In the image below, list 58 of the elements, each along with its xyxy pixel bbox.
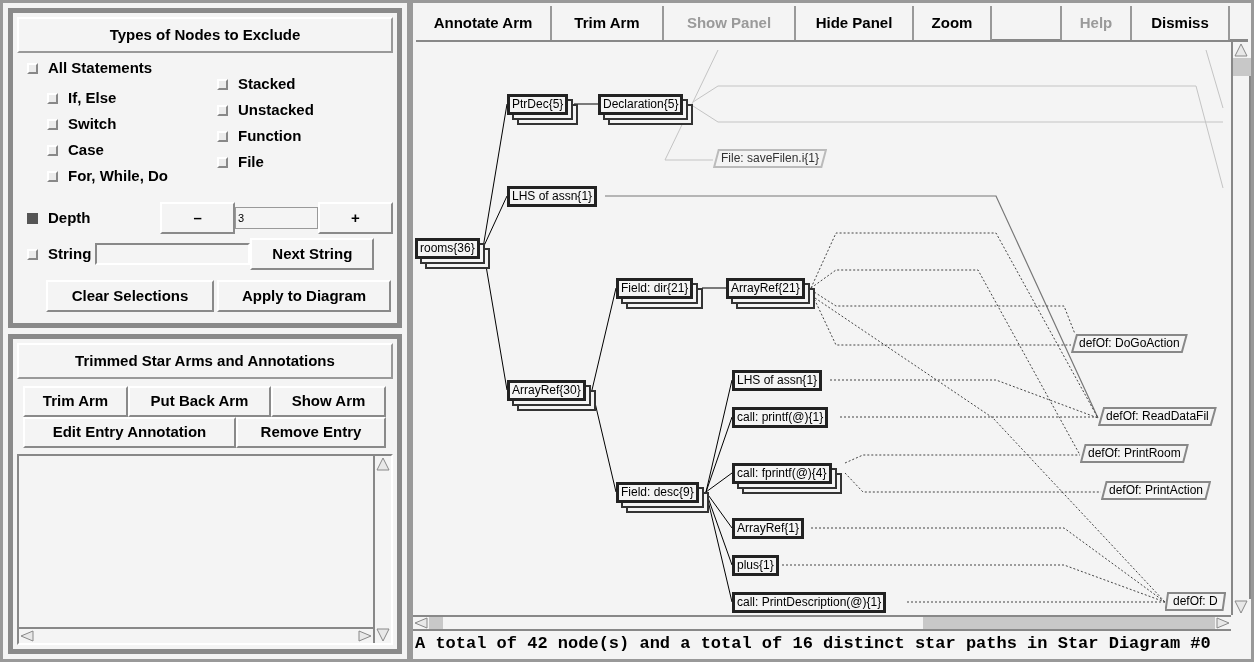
connector-line xyxy=(573,103,599,105)
panel-button[interactable]: Remove Entry xyxy=(236,417,386,448)
vertical-scrollbar[interactable] xyxy=(1231,42,1251,615)
definition-node[interactable]: defOf: PrintRoom xyxy=(1080,444,1189,463)
string-field[interactable] xyxy=(95,243,251,265)
definition-node[interactable]: defOf: PrintAction xyxy=(1101,481,1212,500)
scroll-down-icon[interactable] xyxy=(1233,599,1249,615)
checkbox-label: All Statements xyxy=(48,57,153,78)
panel-button[interactable]: Put Back Arm xyxy=(128,386,271,417)
next-string-button[interactable]: Next String xyxy=(250,238,375,270)
node[interactable]: call: printf(@){1} xyxy=(732,407,829,428)
scroll-up-icon[interactable] xyxy=(1233,42,1249,58)
checkbox-label: Depth xyxy=(48,207,91,228)
status-text: A total of 42 node(s) and a total of 16 distinct star paths in Star Diagram #0 xyxy=(415,633,1211,655)
scroll-left-icon[interactable] xyxy=(19,630,35,642)
checkbox-label: String xyxy=(48,243,92,264)
scroll-thumb[interactable] xyxy=(1233,58,1251,76)
panel-title: Types of Nodes to Exclude xyxy=(17,17,393,53)
panel-button[interactable]: Trim Arm xyxy=(23,386,128,417)
toolbar-button[interactable]: Zoom xyxy=(914,6,992,40)
toolbar-button[interactable]: Annotate Arm xyxy=(416,6,552,40)
toolbar-button[interactable]: Hide Panel xyxy=(796,6,914,40)
scroll-right-icon[interactable] xyxy=(1215,617,1231,629)
node[interactable]: call: PrintDescription(@){1} xyxy=(732,592,887,613)
panel-button[interactable]: Edit Entry Annotation xyxy=(23,417,236,448)
checkbox-label: Function xyxy=(238,125,302,146)
file-node[interactable]: File: saveFilen.i{1} xyxy=(713,149,828,168)
toolbar-button[interactable]: Dismiss xyxy=(1132,6,1230,40)
toolbar-button[interactable]: Trim Arm xyxy=(552,6,664,40)
checkbox-label: Case xyxy=(68,139,104,160)
checkbox-label: If, Else xyxy=(68,87,117,108)
scroll-thumb[interactable] xyxy=(429,617,443,629)
scroll-left-icon[interactable] xyxy=(413,617,429,629)
scroll-up-icon[interactable] xyxy=(375,456,391,472)
entry-list[interactable] xyxy=(17,454,393,645)
scroll-right-icon[interactable] xyxy=(357,630,373,642)
panel-button[interactable]: Apply to Diagram xyxy=(217,280,391,312)
checkbox-label: File xyxy=(238,151,264,172)
increment-button[interactable]: + xyxy=(318,202,393,234)
definition-node[interactable]: defOf: D xyxy=(1165,592,1226,611)
node[interactable]: ArrayRef{1} xyxy=(732,518,805,539)
definition-node[interactable]: defOf: DoGoAction xyxy=(1071,334,1188,353)
node[interactable]: LHS of assn{1} xyxy=(732,370,823,391)
node[interactable]: LHS of assn{1} xyxy=(507,186,598,207)
checkbox-label: Stacked xyxy=(238,73,296,94)
node[interactable]: plus{1} xyxy=(732,555,779,576)
checkbox-label: For, While, Do xyxy=(68,165,168,186)
panel-title: Trimmed Star Arms and Annotations xyxy=(17,343,393,379)
checkbox-label: Unstacked xyxy=(238,99,314,120)
definition-node[interactable]: defOf: ReadDataFil xyxy=(1098,407,1217,426)
panel-button[interactable]: Clear Selections xyxy=(46,280,214,312)
decrement-button[interactable]: – xyxy=(160,202,236,234)
panel-button[interactable]: Show Arm xyxy=(271,386,386,417)
horizontal-scrollbar[interactable] xyxy=(413,615,1231,631)
scroll-down-icon[interactable] xyxy=(375,627,391,643)
checkbox[interactable] xyxy=(27,212,38,224)
depth-field[interactable]: 3 xyxy=(235,207,318,229)
checkbox-label: Switch xyxy=(68,113,117,134)
